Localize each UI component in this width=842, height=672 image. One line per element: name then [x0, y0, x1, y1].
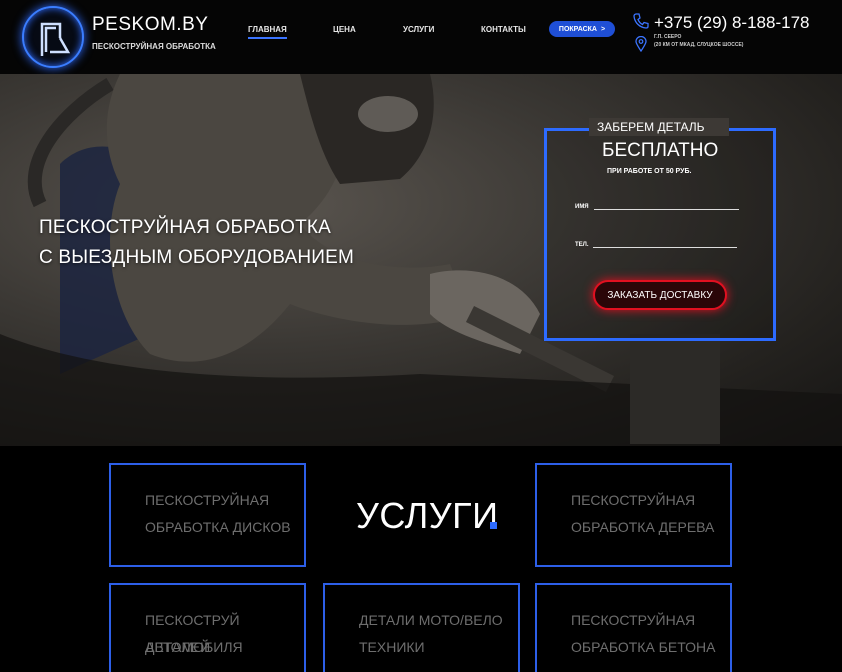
name-field[interactable]: [594, 209, 739, 210]
service-card-line-1: ПЕСКОСТРУЙНАЯ: [145, 492, 270, 508]
service-card-line-1: ПЕСКОСТРУЙНАЯ: [571, 612, 696, 628]
services-heading: УСЛУГИ: [356, 495, 499, 536]
chevron-right-icon: >: [600, 25, 606, 33]
service-card-line-2: ОБРАБОТКА ДЕРЕВА: [571, 519, 715, 535]
nav-contacts[interactable]: КОНТАКТЫ: [481, 25, 526, 34]
phone-field[interactable]: [593, 247, 737, 248]
hero-title-line-2: С ВЫЕЗДНЫМ ОБОРУДОВАНИЕМ: [39, 247, 355, 268]
service-card-line-2: ОБРАБОТКА БЕТОНА: [571, 639, 716, 655]
phone-field-label: ТЕЛ.: [575, 242, 589, 248]
phone-number[interactable]: +375 (29) 8-188-178: [654, 13, 809, 33]
brand-name[interactable]: PESKOM.BY: [92, 14, 208, 36]
service-card-line-1: ПЕСКОСТРУЙНАЯ: [571, 492, 696, 508]
location-pin-icon: [635, 36, 647, 52]
nav-price[interactable]: ЦЕНА: [333, 25, 356, 34]
service-card-discs[interactable]: ПЕСКОСТРУЙНАЯ ОБРАБОТКА ДИСКОВ: [109, 463, 306, 567]
logo[interactable]: [22, 6, 84, 68]
nav-services[interactable]: УСЛУГИ: [403, 25, 434, 34]
form-heading-top: ЗАБЕРЕМ ДЕТАЛЬ: [597, 120, 705, 134]
address-line-2: (20 КМ ОТ МКАД, СЛУЦКОЕ ШОССЕ): [654, 42, 744, 48]
logo-icon: [40, 22, 71, 56]
service-card-wood[interactable]: ПЕСКОСТРУЙНАЯ ОБРАБОТКА ДЕРЕВА: [535, 463, 732, 567]
service-card-line-2: ТЕХНИКИ: [359, 639, 425, 655]
name-field-label: ИМЯ: [575, 204, 589, 210]
form-heading-big: БЕСПЛАТНО: [602, 140, 719, 161]
order-delivery-button[interactable]: ЗАКАЗАТЬ ДОСТАВКУ: [593, 280, 727, 310]
service-card-concrete[interactable]: ПЕСКОСТРУЙНАЯ ОБРАБОТКА БЕТОНА: [535, 583, 732, 672]
nav-home[interactable]: ГЛАВНАЯ: [248, 25, 287, 39]
painting-button-label: ПОКРАСКА: [558, 25, 597, 33]
service-card-car-parts[interactable]: ПЕСКОСТРУЙ ДЕТАЛЕЙ АВТОМОБИЛЯ: [109, 583, 306, 672]
address-line-1: Г.П. СЕЕРО: [654, 34, 682, 40]
heading-dot: [490, 522, 497, 529]
site-header: PESKOM.BY ПЕСКОСТРУЙНАЯ ОБРАБОТКА ГЛАВНА…: [0, 0, 842, 74]
service-card-line-2: ОБРАБОТКА ДИСКОВ: [145, 519, 291, 535]
hero-title-line-1: ПЕСКОСТРУЙНАЯ ОБРАБОТКА: [39, 217, 332, 238]
phone-icon: [633, 13, 649, 29]
form-note: ПРИ РАБОТЕ ОТ 50 РУБ.: [607, 168, 692, 175]
service-card-line-1: ДЕТАЛИ МОТО/ВЕЛО: [359, 612, 503, 628]
painting-button[interactable]: ПОКРАСКА >: [549, 21, 615, 37]
brand-tagline: ПЕСКОСТРУЙНАЯ ОБРАБОТКА: [92, 42, 216, 51]
service-card-line-2: АВТОМОБИЛЯ: [145, 639, 243, 655]
service-card-moto-bike[interactable]: ДЕТАЛИ МОТО/ВЕЛО ТЕХНИКИ: [323, 583, 520, 672]
